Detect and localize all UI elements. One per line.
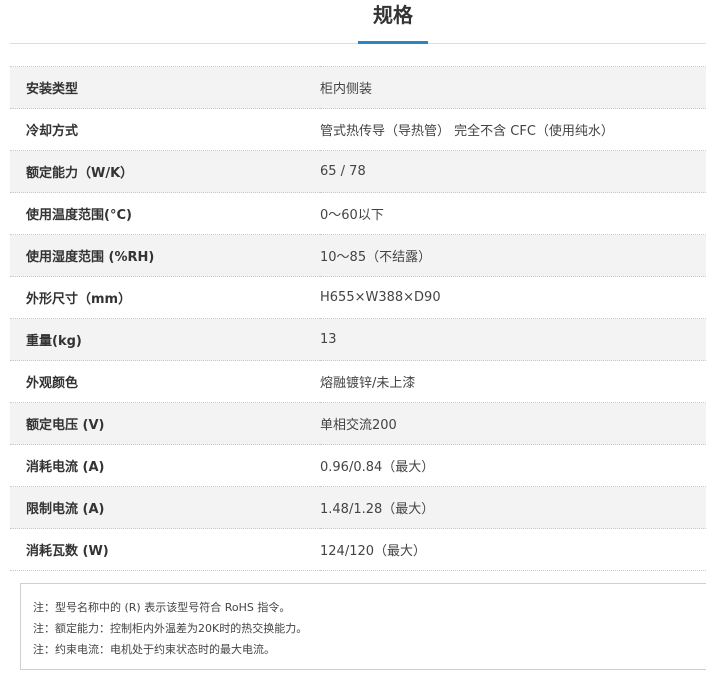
spec-label: 额定能力（W/K） [10,150,320,193]
spec-value: 1.48/1.28（最大） [320,486,706,529]
table-row: 消耗瓦数 (W) 124/120（最大） [10,528,706,571]
table-row: 额定能力（W/K） 65 / 78 [10,150,706,193]
spec-value: 单相交流200 [320,402,706,445]
spec-value: 10～85（不结露） [320,234,706,277]
spec-label: 使用温度范围(°C) [10,192,320,235]
table-row: 消耗电流 (A) 0.96/0.84（最大） [10,444,706,487]
page-title: 规格 [373,3,413,27]
title-accent-bar [358,41,428,44]
spec-value: 124/120（最大） [320,528,706,571]
table-row: 使用湿度范围 (%RH) 10～85（不结露） [10,234,706,277]
table-row: 外观颜色 熔融镀锌/未上漆 [10,360,706,403]
note-rated-capacity: 注：额定能力：控制柜内外温差为20K时的热交换能力。 [33,622,308,635]
spec-table: 安装类型 柜内侧装 冷却方式 管式热传导（导热管） 完全不含 CFC（使用纯水）… [10,66,706,571]
note-rohs: 注：型号名称中的 (R) 表示该型号符合 RoHS 指令。 [33,601,291,614]
table-row: 外形尺寸（mm） H655×W388×D90 [10,276,706,319]
spec-label: 冷却方式 [10,108,320,151]
spec-label: 重量(kg) [10,318,320,361]
note-locked-current: 注：约束电流：电机处于约束状态时的最大电流。 [33,643,275,656]
spec-value: 65 / 78 [320,150,706,193]
spec-label: 限制电流 (A) [10,486,320,529]
table-row: 重量(kg) 13 [10,318,706,361]
spec-value: 0～60以下 [320,192,706,235]
spec-value: H655×W388×D90 [320,276,706,319]
spec-value: 熔融镀锌/未上漆 [320,360,706,403]
spec-label: 消耗瓦数 (W) [10,528,320,571]
spec-label: 额定电压 (V) [10,402,320,445]
notes-box: 注：型号名称中的 (R) 表示该型号符合 RoHS 指令。 注：额定能力：控制柜… [20,583,706,670]
spec-label: 使用湿度范围 (%RH) [10,234,320,277]
spec-value: 柜内侧装 [320,66,706,109]
table-row: 安装类型 柜内侧装 [10,66,706,109]
table-row: 额定电压 (V) 单相交流200 [10,402,706,445]
spec-value: 13 [320,318,706,361]
spec-value: 0.96/0.84（最大） [320,444,706,487]
spec-value: 管式热传导（导热管） 完全不含 CFC（使用纯水） [320,108,706,151]
table-row: 限制电流 (A) 1.48/1.28（最大） [10,486,706,529]
section-header: 规格 [0,0,706,44]
table-row: 使用温度范围(°C) 0～60以下 [10,192,706,235]
spec-label: 外观颜色 [10,360,320,403]
spec-label: 安装类型 [10,66,320,109]
spec-label: 消耗电流 (A) [10,444,320,487]
spec-label: 外形尺寸（mm） [10,276,320,319]
table-row: 冷却方式 管式热传导（导热管） 完全不含 CFC（使用纯水） [10,108,706,151]
